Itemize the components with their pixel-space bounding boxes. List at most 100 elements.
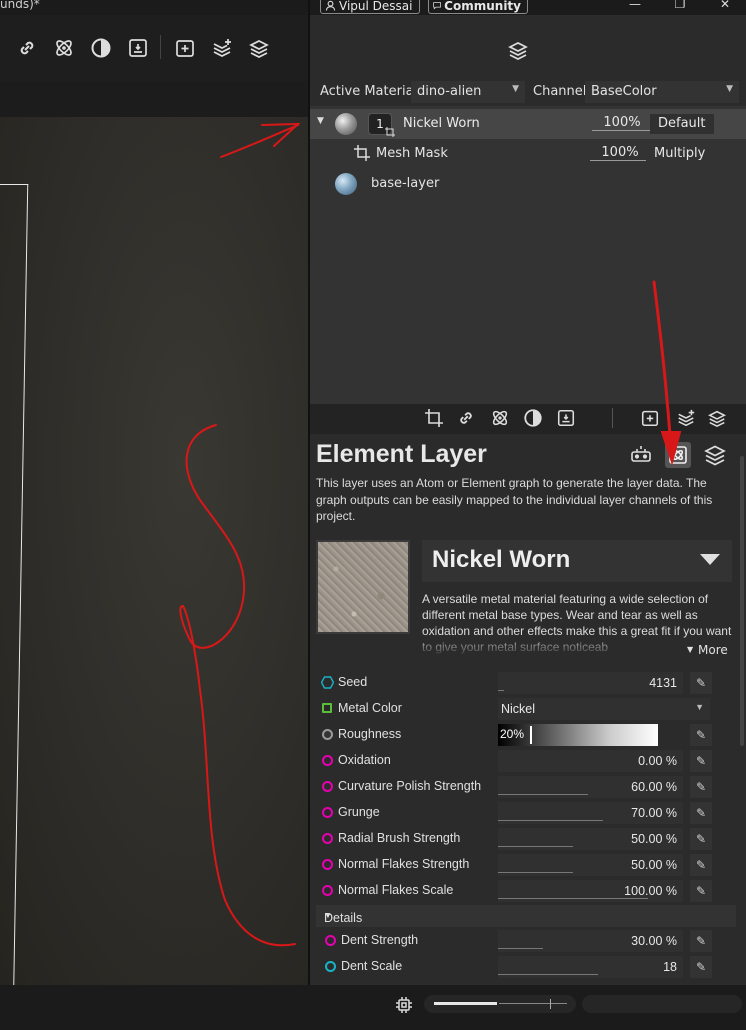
edit-icon[interactable]: ✎ [690, 776, 712, 798]
active-material-label: Active Material [320, 84, 418, 99]
half-circle-icon[interactable] [90, 37, 112, 59]
socket-icon [322, 885, 333, 896]
grunge-field[interactable]: 70.00 % [498, 802, 683, 824]
normal-flakes-scale-field[interactable]: 100.00 % [498, 880, 683, 902]
slider-handle[interactable] [530, 726, 532, 744]
status-field[interactable] [582, 995, 742, 1013]
layer-row-nickel-worn[interactable]: ▼ 1 Nickel Worn 100% Default [310, 109, 746, 139]
add-layers-icon[interactable] [676, 408, 696, 428]
layer-blend-mode[interactable]: Multiply [646, 144, 716, 164]
material-selector-row: Active Material dino-alien ▼ Channel Bas… [310, 79, 746, 106]
edit-icon[interactable]: ✎ [690, 854, 712, 876]
socket-icon [322, 833, 333, 844]
seed-field[interactable]: 4131 [498, 672, 683, 694]
layer-opacity[interactable]: 100% [590, 145, 650, 161]
layer-tools-bar [310, 404, 746, 434]
crop-mask-icon[interactable] [424, 408, 444, 428]
chevron-down-icon: ▼ [687, 645, 694, 654]
layer-name[interactable]: base-layer [371, 176, 439, 191]
toolbar-separator [612, 408, 613, 428]
brush-size-slider[interactable] [424, 995, 576, 1013]
radial-brush-field[interactable]: 50.00 % [498, 828, 683, 850]
layers-icon[interactable] [707, 408, 727, 428]
metal-color-dropdown[interactable]: Nickel ▼ [498, 698, 710, 720]
details-label: Details [324, 911, 363, 925]
panel-title: Element Layer [316, 440, 487, 468]
param-label: Dent Scale [341, 959, 403, 973]
image-export-icon[interactable] [127, 37, 149, 59]
socket-icon [322, 729, 333, 740]
chip-icon[interactable] [394, 995, 414, 1015]
dent-strength-field[interactable]: 30.00 % [498, 930, 683, 952]
layer-name[interactable]: Mesh Mask [376, 146, 448, 161]
add-layers-icon[interactable] [211, 37, 233, 59]
viewport-canvas[interactable] [0, 117, 308, 985]
param-normal-flakes-strength: Normal Flakes Strength 50.00 % ✎ [316, 852, 736, 878]
param-grunge: Grunge 70.00 % ✎ [316, 800, 736, 826]
more-button[interactable]: ▼ More [684, 641, 732, 659]
minimize-icon[interactable]: — [628, 0, 642, 11]
chevron-down-icon: ▼ [726, 84, 733, 94]
param-roughness: Roughness 20% ✎ [316, 722, 736, 748]
normal-flakes-strength-field[interactable]: 50.00 % [498, 854, 683, 876]
socket-icon [322, 859, 333, 870]
param-dent-scale: Dent Scale 18 ✎ [316, 954, 736, 980]
atom-icon[interactable] [53, 37, 75, 59]
layer-row-mesh-mask[interactable]: Mesh Mask 100% Multiply [310, 139, 746, 169]
param-metal-color: Metal Color Nickel ▼ [316, 696, 736, 722]
slider-handle[interactable] [550, 999, 551, 1009]
active-material-dropdown[interactable]: dino-alien ▼ [411, 81, 525, 103]
oxidation-field[interactable]: 0.00 % [498, 750, 683, 772]
layer-thumbnail [335, 113, 357, 135]
restore-icon[interactable]: ❐ [673, 0, 687, 11]
edit-icon[interactable]: ✎ [690, 930, 712, 952]
socket-icon [325, 935, 336, 946]
material-thumbnail[interactable] [316, 540, 410, 634]
param-seed: Seed 4131 ✎ [316, 670, 736, 696]
edit-icon[interactable]: ✎ [690, 750, 712, 772]
layer-name[interactable]: Nickel Worn [403, 116, 480, 131]
socket-icon [322, 807, 333, 818]
material-dropdown[interactable]: Nickel Worn [422, 540, 732, 582]
layers-icon[interactable] [248, 37, 270, 59]
dent-scale-field[interactable]: 18 [498, 956, 683, 978]
robot-icon[interactable] [628, 442, 654, 468]
element-graph-icon[interactable] [665, 442, 691, 468]
user-button[interactable]: Vipul Dessai [320, 0, 420, 14]
close-icon[interactable]: ✕ [718, 0, 732, 11]
layer-blend-mode[interactable]: Default [650, 114, 714, 134]
edit-icon[interactable]: ✎ [690, 672, 712, 694]
element-layer-properties: Element Layer This layer uses an Atom or… [310, 434, 746, 985]
chevron-down-icon [700, 554, 720, 565]
half-circle-icon[interactable] [523, 408, 543, 428]
add-layer-icon[interactable] [174, 37, 196, 59]
scrollbar[interactable] [740, 456, 744, 746]
chat-icon [433, 2, 441, 10]
layers-stack-icon[interactable] [702, 442, 728, 468]
atom-icon[interactable] [490, 408, 510, 428]
image-export-icon[interactable] [556, 408, 576, 428]
link-icon[interactable] [456, 408, 476, 428]
edit-icon[interactable]: ✎ [690, 880, 712, 902]
edit-icon[interactable]: ✎ [690, 802, 712, 824]
link-icon[interactable] [16, 37, 38, 59]
collapse-arrow-icon[interactable]: ▼ [317, 116, 324, 126]
layer-opacity[interactable]: 100% [592, 115, 652, 131]
curvature-polish-field[interactable]: 60.00 % [498, 776, 683, 798]
param-oxidation: Oxidation 0.00 % ✎ [316, 748, 736, 774]
param-dent-strength: Dent Strength 30.00 % ✎ [316, 928, 736, 954]
channel-dropdown[interactable]: BaseColor ▼ [585, 81, 739, 103]
edit-icon[interactable]: ✎ [690, 724, 712, 746]
community-button[interactable]: Community [428, 0, 528, 14]
param-label: Seed [338, 675, 368, 689]
param-label: Grunge [338, 805, 380, 819]
layer-row-base-layer[interactable]: base-layer [310, 169, 746, 199]
3d-viewport[interactable] [0, 81, 308, 985]
add-layer-icon[interactable] [640, 408, 660, 428]
details-section-header[interactable]: ▼ Details [316, 905, 736, 927]
edit-icon[interactable]: ✎ [690, 956, 712, 978]
layers-icon[interactable] [507, 39, 529, 61]
crop-mask-icon [354, 145, 370, 161]
roughness-slider[interactable]: 20% [498, 724, 658, 746]
edit-icon[interactable]: ✎ [690, 828, 712, 850]
